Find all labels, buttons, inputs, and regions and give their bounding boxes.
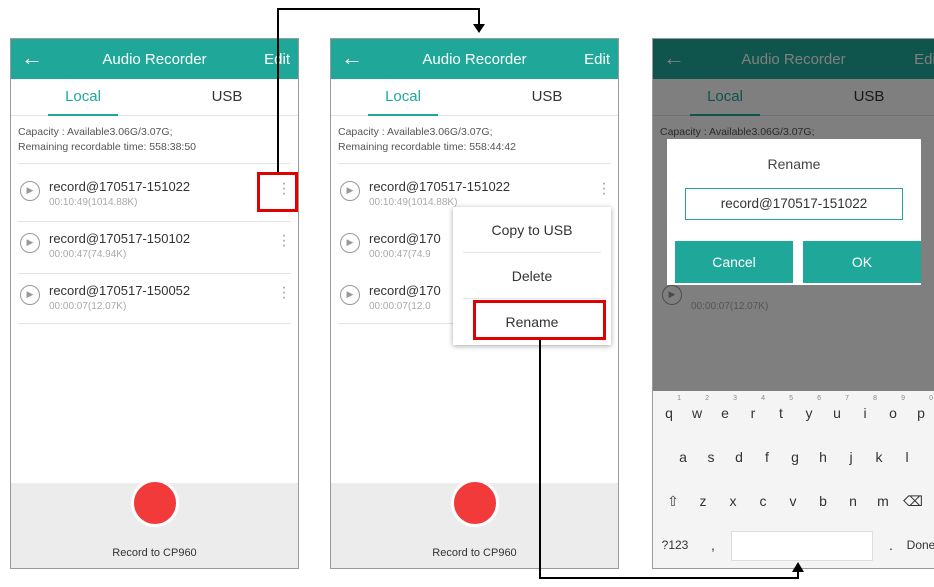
connector-arrow [277,8,480,172]
flow-connector-svg [277,8,804,579]
arrow-head-icon [792,562,804,572]
connector-arrow [539,340,799,579]
arrow-head-icon [473,24,485,33]
